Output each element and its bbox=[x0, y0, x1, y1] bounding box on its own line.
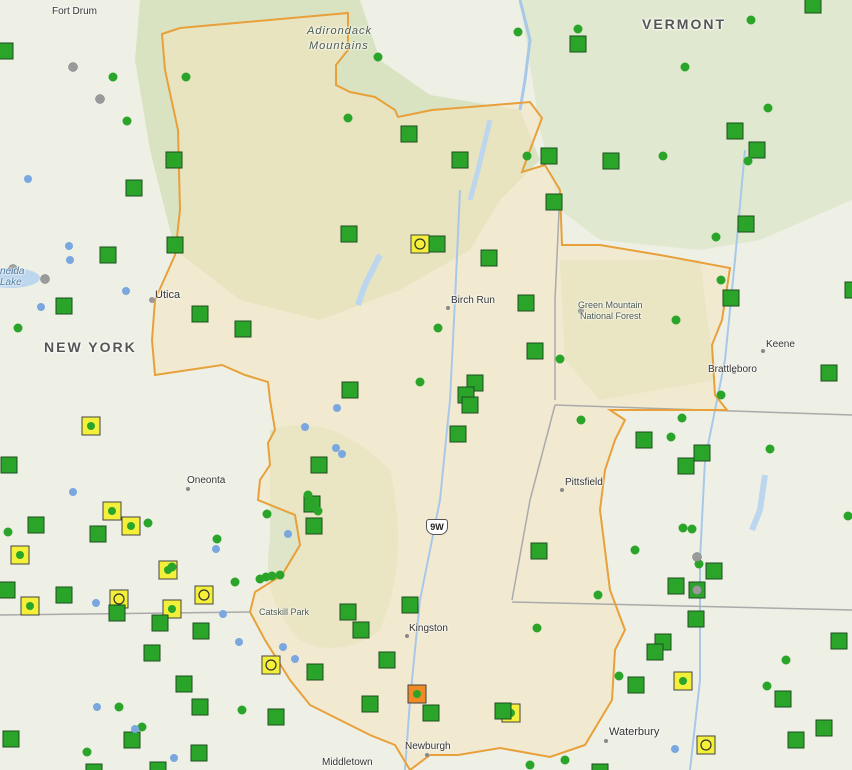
quabbin-reservoir bbox=[749, 474, 768, 532]
map-label-lake-top: neida bbox=[0, 266, 25, 277]
basemap bbox=[0, 0, 852, 770]
map-label-utica: Utica bbox=[155, 289, 181, 301]
map-label-kingston: Kingston bbox=[409, 623, 448, 634]
town-dot bbox=[560, 488, 564, 492]
map-label-national-forest: National Forest bbox=[580, 311, 642, 321]
town-dot bbox=[186, 487, 190, 491]
town-dot bbox=[446, 306, 450, 310]
map-label-brattleboro: Brattleboro bbox=[708, 364, 757, 375]
town-dot bbox=[761, 349, 765, 353]
map-label-pittsfield: Pittsfield bbox=[565, 477, 603, 488]
map-label-green-mountain: Green Mountain bbox=[578, 300, 643, 310]
map-label-middletown: Middletown bbox=[322, 757, 373, 768]
map-label-birch-run: Birch Run bbox=[451, 295, 495, 306]
map-label-vermont: VERMONT bbox=[642, 16, 726, 32]
map-label-keene: Keene bbox=[766, 339, 795, 350]
station-marker-yellow bbox=[261, 655, 281, 675]
map-label-oneonta: Oneonta bbox=[187, 475, 226, 486]
map-label-waterbury: Waterbury bbox=[609, 726, 660, 738]
map-label-mountains: Mountains bbox=[309, 40, 369, 52]
town-dot bbox=[425, 753, 429, 757]
map-label-catskill-park: Catskill Park bbox=[259, 607, 310, 617]
map-canvas[interactable]: Fort Drum Adirondack Mountains VERMONT N… bbox=[0, 0, 852, 770]
station-marker-yellow bbox=[194, 585, 214, 605]
map-label-newburgh: Newburgh bbox=[405, 741, 451, 752]
map-label-new-york: NEW YORK bbox=[44, 339, 137, 355]
map-label-fort-drum: Fort Drum bbox=[52, 6, 97, 17]
station-marker-yellow bbox=[696, 735, 716, 755]
map-label-lake-bottom: Lake bbox=[0, 277, 22, 288]
route-shield-9w: 9W bbox=[426, 519, 448, 535]
map-label-adirondack: Adirondack bbox=[307, 25, 373, 37]
town-dot bbox=[604, 739, 608, 743]
town-dot bbox=[405, 634, 409, 638]
station-marker-yellow bbox=[410, 234, 430, 254]
